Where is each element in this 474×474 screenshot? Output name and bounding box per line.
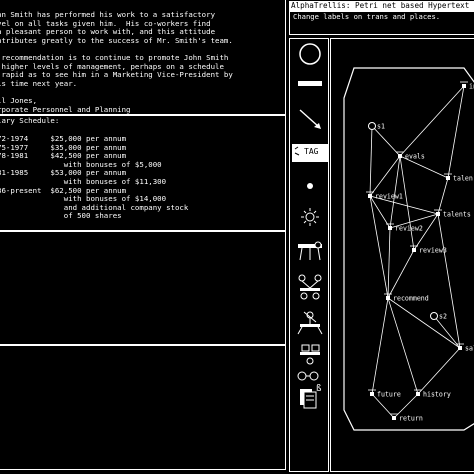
copy-icon[interactable]: ß (292, 384, 328, 410)
bar-icon[interactable] (292, 72, 328, 96)
salary-schedule-text: 72-1974 $25,000 per annum 75-1977 $35,00… (0, 134, 189, 221)
net-arc (437, 213, 461, 349)
empty-pane-1[interactable] (0, 230, 286, 346)
net-node-in: in (460, 81, 474, 91)
net-node-talents: talents (434, 209, 471, 219)
merge-icon[interactable] (292, 342, 328, 366)
net-label-talen: talen (453, 175, 473, 183)
document-text: nn Smith has performed his work to a sat… (0, 10, 233, 115)
fork-icon[interactable] (292, 240, 328, 268)
salary-schedule-title: lary Schedule: (0, 116, 60, 125)
status-bar: Change labels on trans and places. (289, 11, 474, 35)
salary-pane[interactable]: lary Schedule: 72-1974 $25,000 per annum… (0, 114, 286, 232)
net-label-s1: s1 (377, 123, 385, 131)
tag-label: TAG (304, 147, 319, 156)
net-label-talents: talents (443, 211, 471, 219)
net-node-review2: review2 (386, 223, 423, 233)
net-arc (369, 195, 389, 299)
sun-icon[interactable] (292, 206, 328, 228)
net-label-review1: review1 (375, 193, 403, 201)
split-icon[interactable] (292, 366, 328, 386)
net-arc (387, 249, 415, 299)
net-node-sala: sala (456, 343, 474, 353)
net-arc (369, 125, 373, 197)
net-arc (399, 85, 465, 157)
text-tool-label: ß (316, 384, 322, 394)
net-arc (417, 347, 461, 395)
net-label-review3: review3 (419, 247, 447, 255)
net-label-in: in (469, 83, 474, 91)
net-arc (433, 315, 461, 349)
empty-pane-2[interactable] (0, 344, 286, 470)
dot-icon[interactable] (292, 178, 328, 194)
net-label-sala: sala (465, 345, 474, 353)
petri-net-diagram: s1 evals review1 review2 review3 recommend tal… (343, 67, 474, 431)
net-node-history: history (414, 389, 451, 399)
arrow-icon[interactable] (292, 106, 328, 132)
net-node-future: future (368, 389, 401, 399)
net-arc (387, 227, 391, 299)
net-node-s2: s2 (430, 312, 447, 321)
net-arc (399, 155, 415, 251)
net-label-history: history (423, 391, 451, 399)
net-node-s1: s1 (368, 122, 385, 131)
net-arc (387, 297, 419, 395)
net-label-return: return (399, 415, 423, 423)
net-node-recommend: recommend (384, 293, 429, 303)
net-label-s2: s2 (439, 313, 447, 321)
document-pane[interactable]: nn Smith has performed his work to a sat… (0, 0, 286, 116)
net-arc (371, 297, 389, 395)
branch-icon[interactable] (292, 310, 328, 336)
net-label-review2: review2 (395, 225, 423, 233)
join-icon[interactable] (292, 272, 328, 300)
net-arc (447, 85, 465, 179)
net-boundary (343, 67, 474, 431)
net-label-future: future (377, 391, 401, 399)
net-arc (371, 125, 401, 157)
net-canvas[interactable]: s1 evals review1 review2 review3 recommend tal… (330, 38, 474, 472)
net-label-recommend: recommend (393, 295, 429, 303)
net-arc (387, 297, 461, 349)
status-message: Change labels on trans and places. (293, 12, 441, 21)
tag-icon[interactable]: TAG (292, 144, 328, 162)
net-label-evals: evals (405, 153, 425, 161)
circle-icon[interactable] (292, 42, 328, 66)
net-node-review1: review1 (366, 191, 403, 201)
net-arc (437, 177, 449, 215)
net-node-return: return (390, 413, 423, 423)
